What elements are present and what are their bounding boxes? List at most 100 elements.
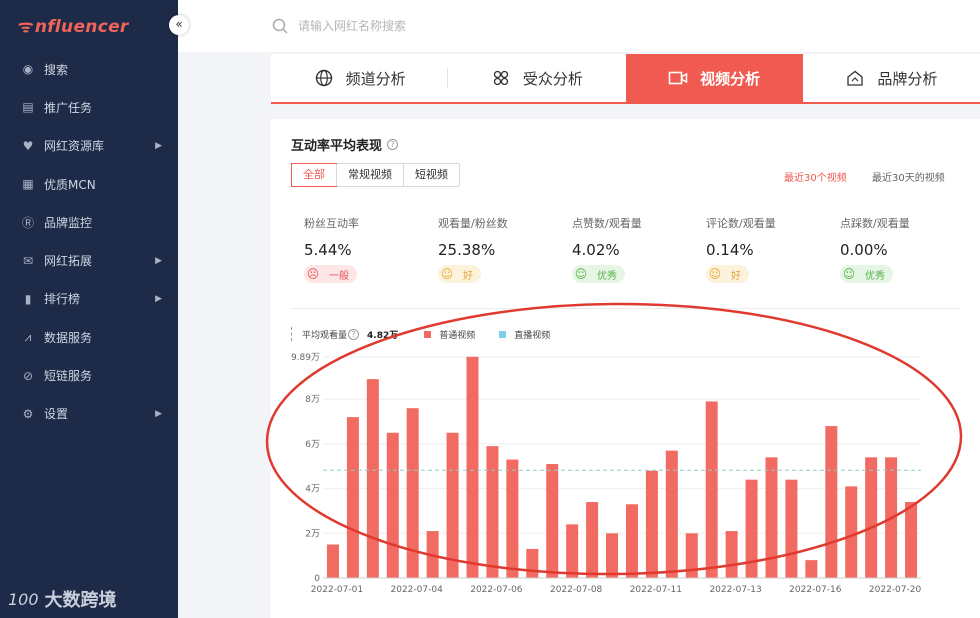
audience-icon — [491, 68, 511, 88]
bar — [606, 533, 619, 578]
tab-label: 品牌分析 — [877, 69, 938, 88]
r-badge-icon: Ⓡ — [21, 215, 34, 230]
sidebar-nav: ◉ 搜索 ▤ 推广任务 ♥ 网红资源库 ▶ ▦ 优质MCN Ⓡ 品牌监控 ✉ 网红拓展 ▶ ▮ 排行榜 ▶ ⩘ 数据… — [0, 50, 178, 433]
gear-icon: ⚙ — [22, 406, 34, 421]
bar — [546, 464, 559, 578]
bar — [805, 560, 818, 578]
y-tick-label: 2万 — [305, 529, 320, 539]
sidebar-item-label: 优质MCN — [44, 177, 96, 192]
sidebar-item-label: 网红资源库 — [44, 139, 105, 154]
bar — [526, 548, 539, 578]
bar — [665, 450, 678, 578]
search-input[interactable] — [298, 14, 698, 38]
app-logo[interactable]: ᯤnfluencer — [18, 14, 129, 37]
sidebar-item-4[interactable]: Ⓡ 品牌监控 — [0, 203, 178, 241]
bar — [885, 457, 898, 578]
video-icon — [668, 68, 688, 88]
expand-arrow-icon: ▶ — [155, 293, 162, 304]
sidebar-item-label: 品牌监控 — [44, 215, 93, 230]
globe-icon — [314, 68, 334, 88]
sidebar-item-0[interactable]: ◉ 搜索 — [0, 50, 178, 88]
trend-icon: ⩘ — [24, 329, 32, 344]
bar — [566, 524, 579, 578]
collapse-sidebar-button[interactable]: « — [169, 15, 189, 35]
sidebar-item-1[interactable]: ▤ 推广任务 — [0, 88, 178, 126]
topbar — [178, 0, 980, 52]
bar — [905, 502, 918, 578]
bar — [466, 356, 479, 578]
bar — [745, 479, 758, 578]
tab-audience[interactable]: 受众分析 — [448, 54, 625, 102]
views-bar-chart: 0 2万 4万 6万 8万 9.89万 2022-07-01 2022-07-04 2022-0… — [291, 353, 922, 595]
bar — [825, 426, 838, 578]
tab-video[interactable]: 视频分析 — [625, 54, 803, 102]
x-tick-label: 2022-07-04 — [391, 585, 444, 595]
sidebar-item-label: 推广任务 — [44, 100, 93, 115]
sidebar: ᯤnfluencer ◉ 搜索 ▤ 推广任务 ♥ 网红资源库 ▶ ▦ 优质MCN Ⓡ 品牌监控 ✉ 网红… — [0, 0, 178, 618]
bar — [486, 446, 499, 578]
bar — [785, 479, 798, 578]
bar — [506, 459, 519, 578]
document-icon: ▤ — [22, 100, 34, 115]
bar — [386, 432, 399, 578]
expand-arrow-icon: ▶ — [155, 255, 162, 266]
search-icon — [272, 18, 288, 34]
expand-arrow-icon: ▶ — [155, 140, 162, 151]
sidebar-item-8[interactable]: ⊘ 短链服务 — [0, 356, 178, 394]
x-tick-label: 2022-07-08 — [550, 585, 603, 595]
tab-label: 视频分析 — [700, 69, 761, 88]
sidebar-item-label: 排行榜 — [44, 292, 81, 307]
bar — [446, 432, 459, 578]
x-tick-label: 2022-07-13 — [709, 585, 761, 595]
bar — [725, 531, 738, 578]
compass-icon: ◉ — [22, 62, 34, 77]
bar — [586, 502, 599, 578]
bar — [705, 401, 718, 578]
mcn-icon: ▦ — [22, 177, 34, 192]
mail-icon: ✉ — [22, 253, 34, 268]
sidebar-item-2[interactable]: ♥ 网红资源库 ▶ — [0, 127, 178, 165]
sidebar-item-label: 网红拓展 — [44, 254, 93, 269]
bar-chart-icon: ▮ — [24, 291, 32, 306]
sidebar-item-7[interactable]: ⩘ 数据服务 — [0, 318, 178, 356]
bar — [685, 533, 698, 578]
sidebar-item-5[interactable]: ✉ 网红拓展 ▶ — [0, 241, 178, 279]
bar — [765, 457, 778, 578]
logo-text: nfluencer — [34, 17, 129, 37]
sidebar-item-6[interactable]: ▮ 排行榜 ▶ — [0, 280, 178, 318]
bar — [346, 417, 359, 578]
bar — [645, 470, 658, 578]
watermark-text: 大数跨境 — [44, 590, 117, 611]
x-tick-label: 2022-07-01 — [311, 585, 363, 595]
watermark: 100 大数跨境 — [8, 586, 117, 612]
tab-globe[interactable]: 频道分析 — [271, 54, 449, 102]
bar — [625, 504, 638, 578]
tab-label: 频道分析 — [345, 69, 406, 88]
tab-brand[interactable]: 品牌分析 — [803, 54, 980, 102]
bar — [326, 544, 339, 578]
sidebar-item-3[interactable]: ▦ 优质MCN — [0, 165, 178, 203]
sidebar-item-9[interactable]: ⚙ 设置 ▶ — [0, 395, 178, 433]
x-tick-label: 2022-07-20 — [869, 585, 922, 595]
expand-arrow-icon: ▶ — [155, 408, 162, 419]
bar — [366, 379, 379, 578]
y-tick-label: 9.89万 — [291, 353, 320, 363]
y-tick-label: 0 — [314, 574, 320, 584]
sidebar-item-label: 设置 — [44, 407, 69, 422]
watermark-mark: 100 — [8, 589, 39, 609]
bar — [406, 408, 419, 578]
bar — [426, 531, 439, 578]
wifi-logo-icon: ᯤ — [18, 17, 34, 37]
brand-icon — [845, 68, 865, 88]
y-tick-label: 6万 — [305, 440, 320, 450]
x-tick-label: 2022-07-06 — [470, 585, 523, 595]
x-tick-label: 2022-07-16 — [789, 585, 842, 595]
sidebar-item-label: 数据服务 — [44, 330, 93, 345]
y-tick-label: 8万 — [305, 395, 320, 405]
bar — [845, 486, 858, 578]
y-tick-label: 4万 — [305, 485, 320, 495]
sidebar-item-label: 短链服务 — [44, 369, 93, 384]
bar — [865, 457, 878, 578]
link-icon: ⊘ — [22, 368, 34, 383]
engagement-panel: 互动率平均表现 ? 全部 常规视频 短视频 最近30个视频 最近30天的视频 粉丝互… — [271, 119, 980, 618]
